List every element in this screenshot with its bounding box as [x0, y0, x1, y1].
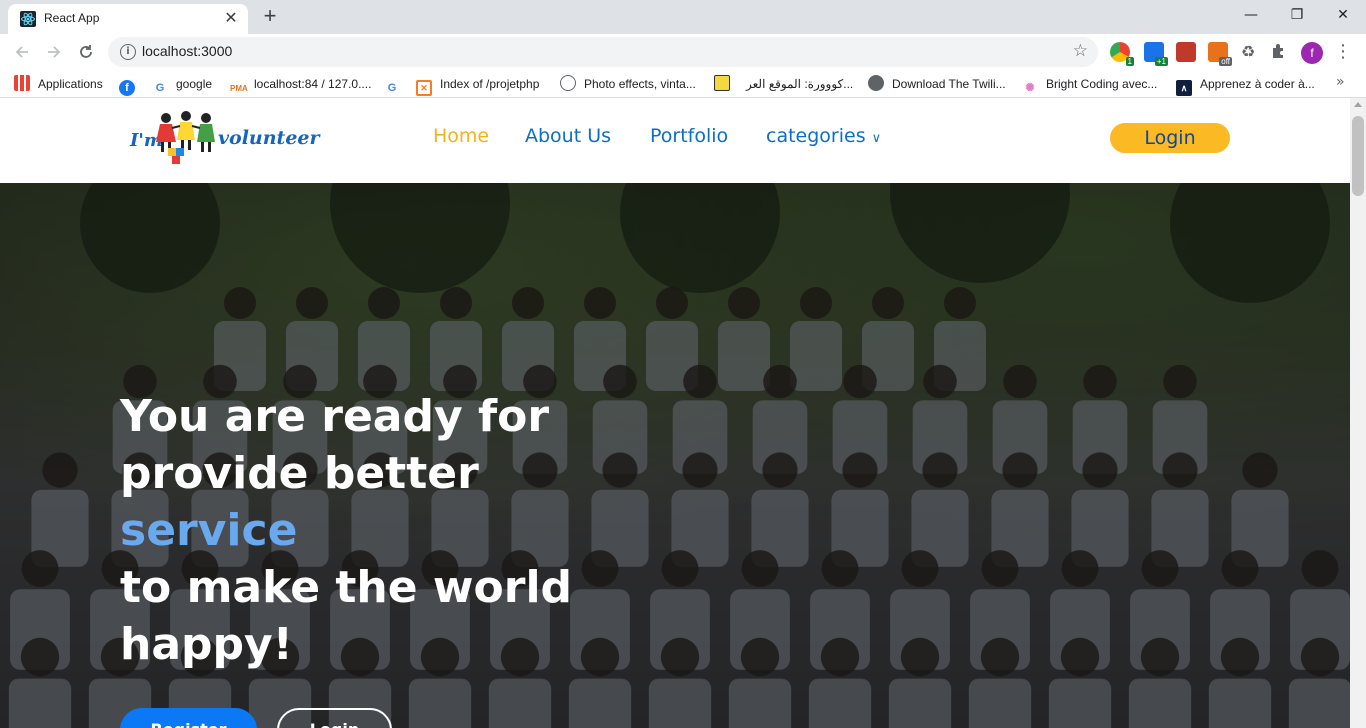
photo-ext-icon[interactable]	[1176, 42, 1196, 62]
forward-button[interactable]	[40, 38, 68, 66]
globe-icon	[868, 75, 884, 91]
photo-effects-icon	[560, 75, 576, 91]
hero-line-4: to make the world	[120, 562, 573, 613]
react-icon	[20, 11, 36, 27]
bookmark-yellow-icon	[714, 75, 730, 91]
tab-title: React App	[44, 11, 100, 25]
hero-line-1: You are ready for	[120, 391, 550, 442]
bookmark-google[interactable]: Ggoogle	[152, 75, 212, 94]
kebab-menu-icon[interactable]: ⋮	[1334, 39, 1352, 65]
page-scrollbar[interactable]	[1350, 98, 1366, 728]
bookmark-google-2[interactable]: G	[384, 75, 408, 94]
site-logo[interactable]: I'm volunteer	[128, 110, 320, 166]
restore-button[interactable]: ❐	[1274, 0, 1320, 30]
hero-login-button[interactable]: Login	[277, 708, 392, 728]
page-viewport: I'm volunteer Home About Us Portfolio ca…	[0, 98, 1350, 728]
browser-toolbar: i localhost:3000 ☆ 1 +1 off ♻ f ⋮	[0, 34, 1366, 70]
back-button[interactable]	[8, 38, 36, 66]
bookmarks-overflow-icon[interactable]: »	[1336, 74, 1345, 90]
nav-home[interactable]: Home	[433, 125, 489, 147]
star-icon[interactable]: ☆	[1073, 41, 1088, 61]
bookmark-localhost[interactable]: PMA localhost:84 / 127.0....	[230, 75, 371, 93]
tab-strip: React App ✕ + — ❐ ✕	[0, 0, 1366, 34]
puzzle-icon[interactable]	[1270, 42, 1290, 62]
bookmark-apprenez[interactable]: ∧ Apprenez à coder à...	[1176, 75, 1315, 96]
scroll-up-icon[interactable]	[1354, 102, 1362, 107]
bookmark-photo-effects[interactable]: Photo effects, vinta...	[560, 75, 696, 93]
close-window-button[interactable]: ✕	[1320, 0, 1366, 30]
chevron-down-icon: ∨	[871, 131, 882, 146]
url-text[interactable]: localhost:3000	[142, 43, 232, 59]
children-logo-icon	[156, 111, 215, 164]
bookmark-index[interactable]: ✕ Index of /projetphp	[416, 75, 539, 96]
nav-about[interactable]: About Us	[525, 125, 611, 147]
close-tab-icon[interactable]: ✕	[222, 9, 240, 27]
profile-avatar[interactable]: f	[1301, 42, 1323, 64]
address-bar[interactable]: i localhost:3000 ☆	[108, 37, 1098, 67]
new-tab-button[interactable]: +	[258, 5, 282, 29]
nav-categories-label: categories	[766, 125, 866, 147]
hero-line-2: provide better	[120, 448, 479, 499]
bookmark-applications[interactable]: Applications	[14, 75, 103, 93]
nav-portfolio[interactable]: Portfolio	[650, 125, 728, 147]
apprenez-icon: ∧	[1176, 80, 1192, 96]
bookmark-bright-coding[interactable]: ✺ Bright Coding avec...	[1022, 75, 1157, 94]
xampp-icon: ✕	[416, 80, 432, 96]
reload-button[interactable]	[72, 38, 100, 66]
bookmark-twilight[interactable]: Download The Twili...	[868, 75, 1006, 93]
pma-icon: PMA	[230, 84, 248, 93]
arrow-left-icon	[15, 46, 28, 58]
apps-grid-icon	[14, 75, 30, 91]
scrollbar-thumb[interactable]	[1352, 116, 1364, 196]
reload-icon	[80, 45, 92, 58]
register-button[interactable]: Register	[120, 708, 257, 728]
hero-line-5: happy!	[120, 619, 293, 670]
nav-categories[interactable]: categories ∨	[766, 125, 881, 147]
recycle-icon[interactable]: ♻	[1238, 42, 1258, 62]
bookmark-facebook[interactable]: f	[119, 75, 143, 96]
hero-section: You are ready for provide better service…	[0, 183, 1350, 728]
site-navbar: I'm volunteer Home About Us Portfolio ca…	[0, 98, 1350, 183]
info-icon[interactable]: i	[120, 44, 136, 60]
off-ext-icon[interactable]: off	[1208, 42, 1232, 66]
facebook-icon: f	[119, 80, 135, 96]
window-ext-icon[interactable]: +1	[1144, 42, 1168, 66]
google-icon: G	[155, 82, 165, 94]
browser-tab[interactable]: React App ✕	[8, 4, 248, 34]
hero-heading: You are ready for provide better service…	[120, 388, 680, 673]
minimize-button[interactable]: —	[1228, 0, 1274, 30]
google-icon: G	[387, 82, 397, 94]
bookmark-yellow[interactable]	[714, 75, 738, 93]
hero-accent-word: service	[120, 505, 298, 556]
login-button[interactable]: Login	[1110, 123, 1230, 153]
bright-coding-icon: ✺	[1025, 82, 1035, 94]
chrome-ext-icon[interactable]: 1	[1110, 42, 1134, 66]
arrow-right-icon	[48, 46, 61, 58]
logo-volunteer-text: volunteer	[218, 127, 320, 149]
bookmarks-bar: Applications f Ggoogle PMA localhost:84 /…	[0, 70, 1366, 98]
bookmark-kooora[interactable]: كووورة: الموقع العر...	[746, 75, 853, 93]
